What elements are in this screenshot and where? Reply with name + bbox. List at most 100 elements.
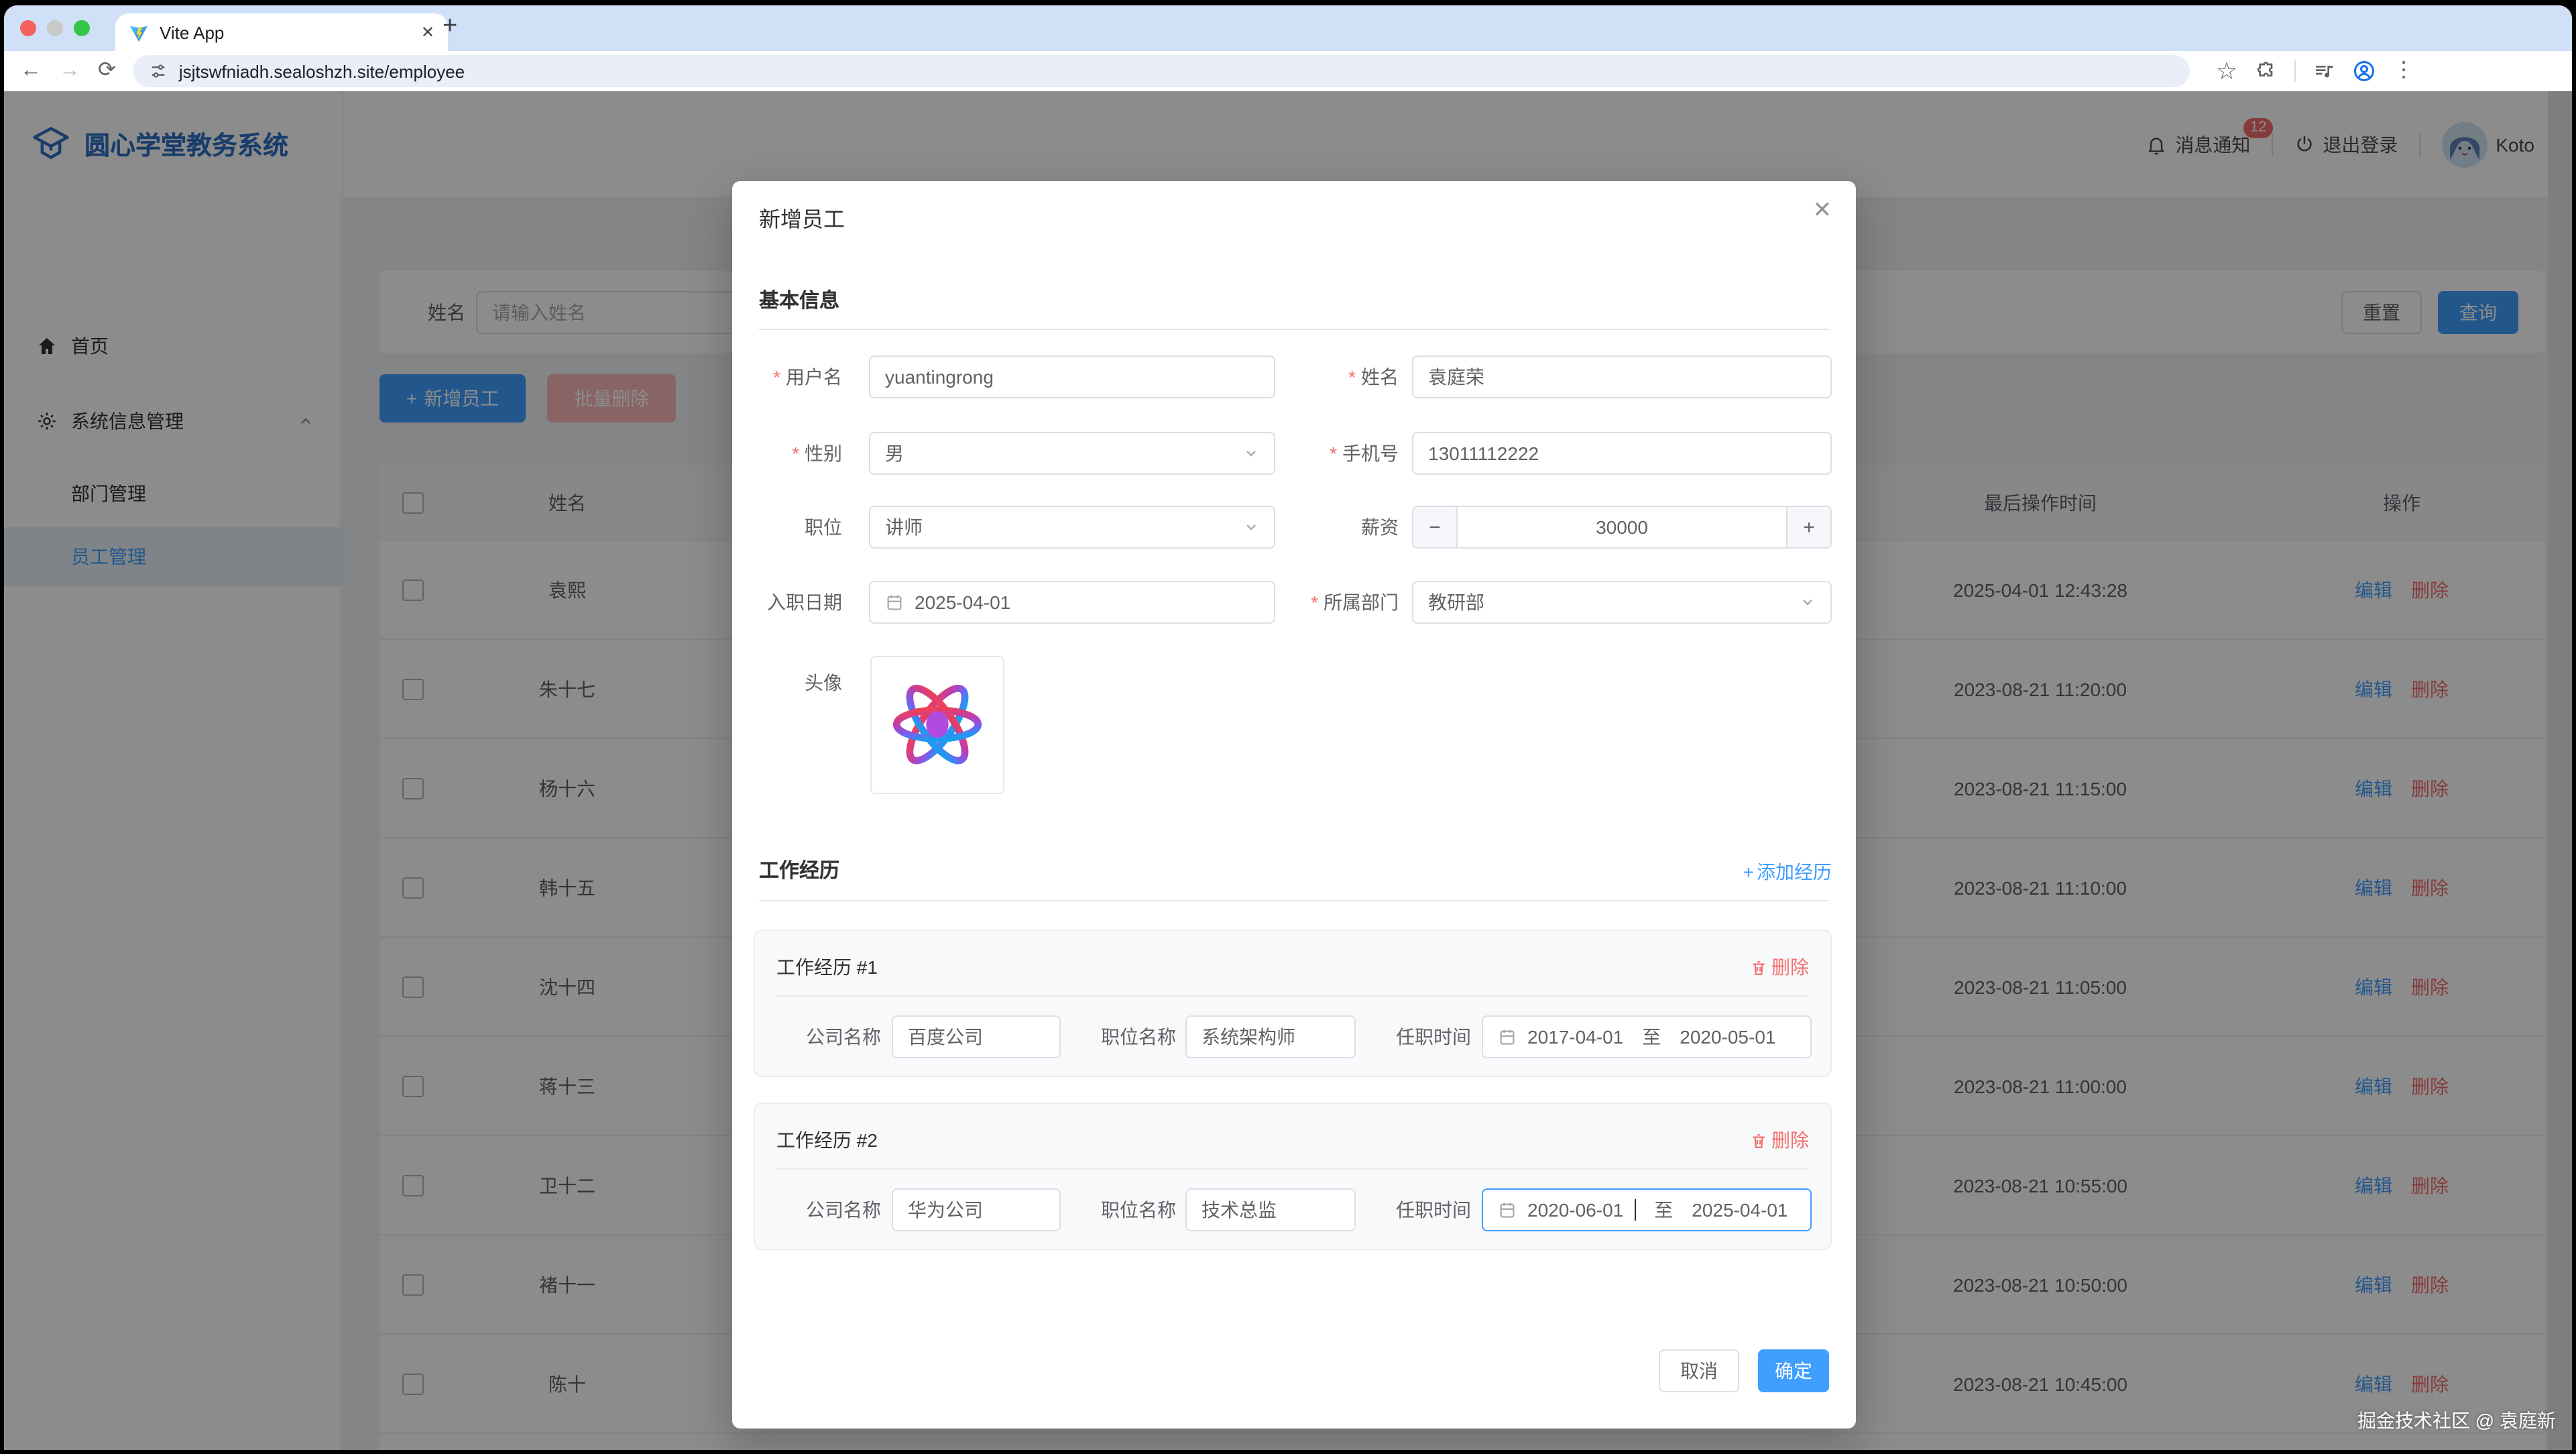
card-divider xyxy=(776,995,1809,997)
hire-date-value: 2025-04-01 xyxy=(915,592,1010,613)
basic-info-section-title: 基本信息 xyxy=(759,286,839,314)
position-label: 职位 xyxy=(732,506,842,549)
bookmark-star-icon[interactable]: ☆ xyxy=(2216,59,2237,83)
salary-stepper[interactable]: − 30000 + xyxy=(1412,506,1832,549)
decrease-icon[interactable]: − xyxy=(1413,507,1458,547)
back-icon[interactable]: ← xyxy=(20,60,42,82)
period-start: 2017-04-01 xyxy=(1527,1026,1623,1048)
gender-value: 男 xyxy=(885,440,904,467)
browser-toolbar: ← → ⟳ jsjtswfniadh.sealoshzh.site/employ… xyxy=(4,51,2572,93)
calendar-icon xyxy=(1498,1200,1517,1219)
toolbar-separator xyxy=(2294,60,2295,82)
new-tab-button[interactable]: + xyxy=(443,12,457,42)
delete-experience-label: 删除 xyxy=(1771,1127,1809,1154)
calendar-icon xyxy=(885,593,904,612)
url-text: jsjtswfniadh.sealoshzh.site/employee xyxy=(179,61,465,81)
period-label: 任职时间 xyxy=(1356,1015,1471,1058)
job-title-value: 系统架构师 xyxy=(1202,1023,1295,1050)
browser-window: Vite App ✕ + ← → ⟳ jsjtswfniadh.sealoshz… xyxy=(4,5,2572,1450)
company-input[interactable]: 华为公司 xyxy=(892,1188,1061,1231)
card-divider xyxy=(776,1168,1809,1170)
job-title-label: 职位名称 xyxy=(1047,1015,1176,1058)
period-label: 任职时间 xyxy=(1356,1188,1471,1231)
name-value: 袁庭荣 xyxy=(1428,364,1484,390)
delete-experience-button[interactable]: 删除 xyxy=(1750,1127,1809,1154)
job-title-label: 职位名称 xyxy=(1047,1188,1176,1231)
add-experience-label: 添加经历 xyxy=(1757,858,1832,885)
delete-experience-button[interactable]: 删除 xyxy=(1750,954,1809,981)
hire-date-label: 入职日期 xyxy=(732,581,842,624)
job-title-input[interactable]: 技术总监 xyxy=(1185,1188,1356,1231)
experience-title: 工作经历 #1 xyxy=(776,954,878,981)
phone-value: 13011112222 xyxy=(1428,443,1539,464)
profile-icon[interactable] xyxy=(2351,59,2376,83)
job-title-value: 技术总监 xyxy=(1202,1196,1277,1223)
traffic-lights xyxy=(20,20,90,36)
reload-icon[interactable]: ⟳ xyxy=(98,60,116,82)
dialog-close-icon[interactable]: ✕ xyxy=(1813,197,1832,224)
trash-icon xyxy=(1750,958,1767,976)
experience-card-2: 工作经历 #2 删除 公司名称 华为公司 职位名称 技术总监 xyxy=(754,1103,1832,1250)
calendar-icon xyxy=(1498,1027,1517,1046)
add-employee-dialog: 新增员工 ✕ 基本信息 用户名 yuantingrong 姓名 袁庭荣 性别 男 xyxy=(732,181,1856,1429)
tab-close-icon[interactable]: ✕ xyxy=(421,23,434,42)
company-value: 百度公司 xyxy=(908,1023,983,1050)
username-label: 用户名 xyxy=(732,355,842,398)
reading-list-icon[interactable] xyxy=(2312,60,2334,82)
browser-menu-icon[interactable]: ⋮ xyxy=(2393,60,2414,82)
forward-icon[interactable]: → xyxy=(59,60,80,82)
plus-icon: + xyxy=(1743,861,1754,883)
name-input[interactable]: 袁庭荣 xyxy=(1412,355,1832,398)
company-input[interactable]: 百度公司 xyxy=(892,1015,1061,1058)
gender-label: 性别 xyxy=(732,432,842,475)
extensions-icon[interactable] xyxy=(2255,60,2276,82)
url-bar[interactable]: jsjtswfniadh.sealoshzh.site/employee xyxy=(133,55,2190,87)
atom-avatar-image xyxy=(884,661,991,789)
experience-card-1: 工作经历 #1 删除 公司名称 百度公司 职位名称 系统架构师 xyxy=(754,930,1832,1077)
period-start: 2020-06-01 xyxy=(1527,1199,1623,1221)
period-to-label: 至 xyxy=(1642,1023,1661,1050)
company-label: 公司名称 xyxy=(766,1188,881,1231)
vite-favicon xyxy=(129,22,149,42)
section-divider xyxy=(759,329,1829,330)
company-label: 公司名称 xyxy=(766,1015,881,1058)
salary-value[interactable]: 30000 xyxy=(1458,507,1786,547)
browser-tab[interactable]: Vite App ✕ xyxy=(115,13,448,51)
chevron-down-icon xyxy=(1800,594,1816,610)
delete-experience-label: 删除 xyxy=(1771,954,1809,981)
period-range-picker-focused[interactable]: 2020-06-01 至 2025-04-01 xyxy=(1482,1188,1812,1231)
close-window-button[interactable] xyxy=(20,20,36,36)
section-divider xyxy=(759,900,1829,901)
app-viewport: 圆心学堂教务系统 消息通知 12 退出登录 xyxy=(4,91,2572,1450)
text-cursor xyxy=(1634,1199,1635,1221)
experience-title: 工作经历 #2 xyxy=(776,1127,878,1154)
username-value: yuantingrong xyxy=(885,366,994,388)
watermark: 掘金技术社区 @ 袁庭新 xyxy=(2357,1407,2556,1434)
department-value: 教研部 xyxy=(1428,589,1484,616)
phone-input[interactable]: 13011112222 xyxy=(1412,432,1832,475)
tab-title: Vite App xyxy=(160,22,224,42)
period-to-label: 至 xyxy=(1654,1196,1673,1223)
salary-label: 薪资 xyxy=(1211,506,1399,549)
period-range-picker[interactable]: 2017-04-01 至 2020-05-01 xyxy=(1482,1015,1812,1058)
browser-tabstrip: Vite App ✕ + xyxy=(4,5,2572,51)
avatar-label: 头像 xyxy=(732,661,842,704)
period-end: 2025-04-01 xyxy=(1692,1199,1788,1221)
add-experience-button[interactable]: + 添加经历 xyxy=(1743,858,1832,885)
avatar-upload[interactable] xyxy=(870,656,1004,794)
company-value: 华为公司 xyxy=(908,1196,983,1223)
increase-icon[interactable]: + xyxy=(1786,507,1830,547)
position-value: 讲师 xyxy=(885,514,923,541)
job-title-input[interactable]: 系统架构师 xyxy=(1185,1015,1356,1058)
name-label: 姓名 xyxy=(1211,355,1399,398)
dialog-title: 新增员工 xyxy=(759,201,845,233)
department-label: 所属部门 xyxy=(1211,581,1399,624)
department-select[interactable]: 教研部 xyxy=(1412,581,1832,624)
maximize-window-button[interactable] xyxy=(74,20,90,36)
tune-icon[interactable] xyxy=(150,62,168,80)
experience-section-title: 工作经历 xyxy=(759,856,839,884)
confirm-button[interactable]: 确定 xyxy=(1758,1349,1829,1392)
cancel-button[interactable]: 取消 xyxy=(1659,1349,1739,1392)
period-end: 2020-05-01 xyxy=(1680,1026,1775,1048)
minimize-window-button[interactable] xyxy=(47,20,63,36)
